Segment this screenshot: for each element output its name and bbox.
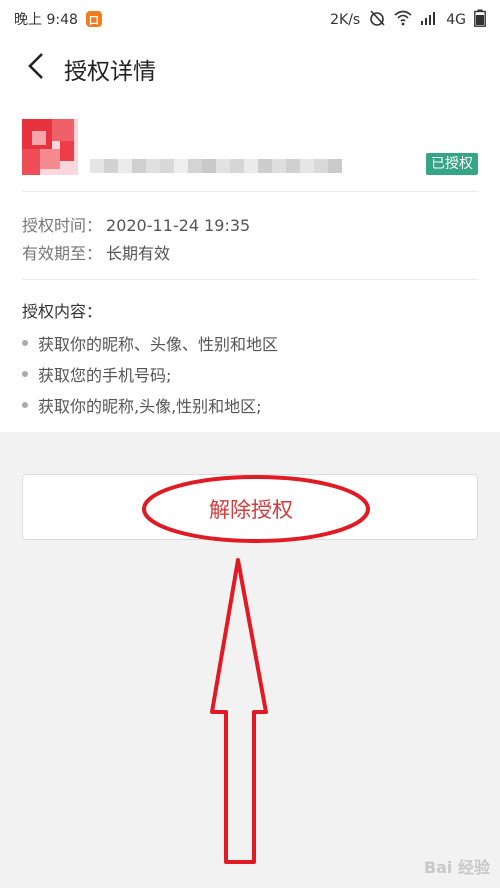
auth-time-value: 2020-11-24 19:35 (106, 216, 251, 235)
revoke-button-label: 解除授权 (209, 498, 293, 522)
watermark: Bai 经验 (423, 858, 490, 877)
app-notification-icon: 口 (85, 11, 102, 27)
wifi-icon (394, 10, 412, 30)
authorization-card: 已授权 授权时间： 2020-11-24 19:35 有效期至： 长期有效 授权内容… (0, 100, 500, 432)
divider (22, 279, 478, 280)
app-logo (22, 119, 78, 175)
permission-item: 获取您的手机号码; (22, 362, 171, 386)
app-name-redacted (90, 157, 346, 175)
signal-icon (420, 11, 438, 29)
bullet-icon (22, 402, 28, 408)
permission-item: 获取你的昵称,头像,性别和地区; (22, 393, 262, 417)
alarm-off-icon (368, 9, 386, 31)
authorized-badge: 已授权 (426, 153, 478, 175)
network-type: 4G (446, 12, 466, 28)
pointer-arrow (210, 558, 268, 864)
status-bar: 晚上 9:48 口 2K/s 4G (0, 0, 500, 36)
permission-item: 获取你的昵称、头像、性别和地区 (22, 331, 278, 355)
permissions-title: 授权内容： (22, 302, 103, 321)
chevron-left-icon (26, 51, 46, 85)
nav-bar: 授权详情 (0, 36, 500, 100)
permission-text: 获取你的昵称、头像、性别和地区 (38, 335, 279, 354)
back-button[interactable] (18, 50, 54, 86)
revoke-authorization-button[interactable]: 解除授权 (22, 474, 478, 540)
page-title: 授权详情 (64, 59, 156, 85)
permission-text: 获取你的昵称,头像,性别和地区; (38, 397, 262, 416)
divider (22, 191, 478, 192)
valid-until-label: 有效期至： (22, 244, 103, 263)
bullet-icon (22, 371, 28, 377)
auth-time-row: 授权时间： 2020-11-24 19:35 (22, 212, 250, 236)
bullet-icon (22, 340, 28, 346)
status-time: 晚上 9:48 (14, 12, 78, 28)
app-row: 已授权 (22, 118, 478, 178)
network-speed: 2K/s (330, 12, 361, 28)
permission-text: 获取您的手机号码; (38, 366, 172, 385)
auth-time-label: 授权时间： (22, 216, 103, 235)
valid-until-value: 长期有效 (106, 244, 171, 263)
valid-until-row: 有效期至： 长期有效 (22, 240, 170, 264)
battery-icon (474, 9, 486, 31)
